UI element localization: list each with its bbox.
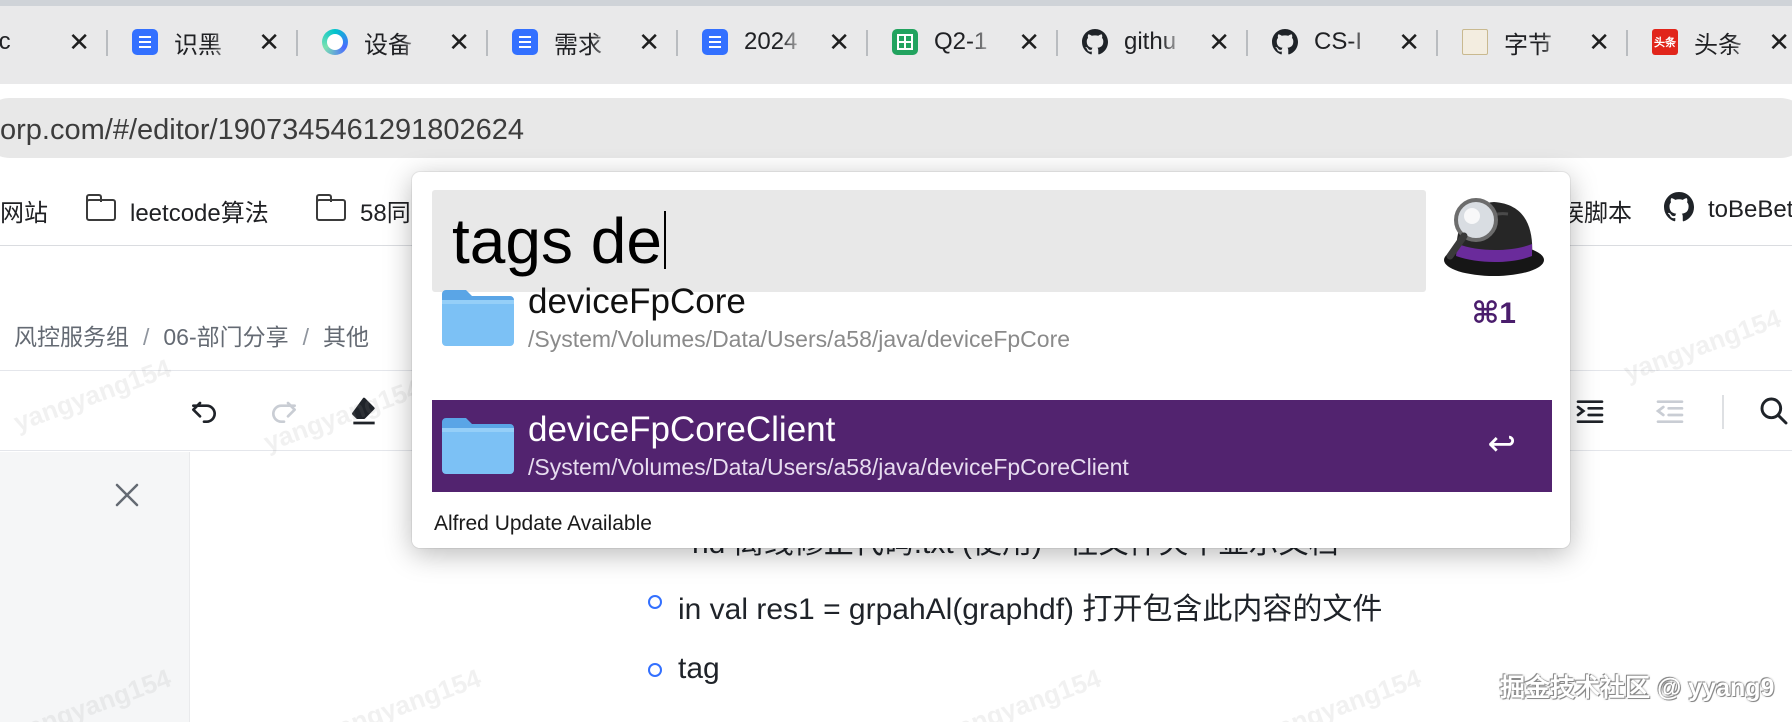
breadcrumb: 风控服务组 / 06-部门分享 / 其他 xyxy=(14,318,369,352)
browser-tab[interactable]: 设备 ✕ xyxy=(298,20,488,64)
browser-tab[interactable]: Disc ✕ xyxy=(0,20,108,64)
breadcrumb-item[interactable]: 其他 xyxy=(323,324,369,350)
page-icon xyxy=(1462,29,1488,55)
tab-title: 2024 xyxy=(744,28,798,55)
bookmark-label: 网站 xyxy=(0,199,48,227)
close-tab-icon[interactable]: ✕ xyxy=(828,20,850,64)
toolbar-separator xyxy=(1722,395,1724,429)
lark-doc-icon xyxy=(512,29,538,55)
result-shortcut: ⌘1 xyxy=(1471,297,1516,330)
close-tab-icon[interactable]: ✕ xyxy=(1208,20,1230,64)
return-key-icon: ↩ xyxy=(1487,425,1517,463)
tab-strip-top-edge xyxy=(0,0,1792,6)
outdent-icon xyxy=(1655,400,1684,423)
watermark-text: yangyang154 xyxy=(319,662,485,722)
close-icon[interactable] xyxy=(112,480,142,515)
content-line[interactable]: tag xyxy=(678,652,720,686)
result-title: deviceFpCore xyxy=(528,282,746,321)
url-text[interactable]: orp.com/#/editor/1907345461291802624 xyxy=(0,114,524,147)
breadcrumb-item[interactable]: 风控服务组 xyxy=(14,324,129,350)
browser-tab[interactable]: 头条 头条 ✕ xyxy=(1628,20,1792,64)
close-tab-icon[interactable]: ✕ xyxy=(1768,20,1790,64)
folder-icon xyxy=(316,194,346,221)
browser-tab[interactable]: 识黑 ✕ xyxy=(108,20,298,64)
folder-icon xyxy=(440,414,516,481)
undo-button[interactable] xyxy=(184,391,224,431)
bookmark-label: 58同 xyxy=(360,199,411,227)
browser-tab[interactable]: githu ✕ xyxy=(1058,20,1248,64)
close-tab-icon[interactable]: ✕ xyxy=(1398,20,1420,64)
close-tab-icon[interactable]: ✕ xyxy=(638,20,660,64)
outdent-button[interactable] xyxy=(1650,391,1690,431)
github-icon xyxy=(1082,29,1108,55)
tab-title: Q2-1 xyxy=(934,28,988,55)
alfred-launcher: tags de deviceFpCore /System/Volumes/Dat… xyxy=(412,172,1570,548)
close-tab-icon[interactable]: ✕ xyxy=(1588,20,1610,64)
browser-tab[interactable]: Q2-1 ✕ xyxy=(868,20,1058,64)
lark-doc-icon xyxy=(132,29,158,55)
tab-title: Disc xyxy=(0,28,11,55)
undo-icon xyxy=(192,401,216,423)
search-icon xyxy=(1760,397,1788,425)
browser-tab[interactable]: CS-I ✕ xyxy=(1248,20,1438,64)
bookmark-label: toBeBet xyxy=(1708,196,1792,223)
watermark-text: yangyang154 xyxy=(1259,662,1425,722)
tab-title: 头条 xyxy=(1694,31,1742,59)
alfred-result-row[interactable]: deviceFpCore /System/Volumes/Data/Users/… xyxy=(432,272,1552,364)
breadcrumb-separator: / xyxy=(143,324,150,350)
text-caret xyxy=(663,211,666,269)
folder-icon xyxy=(86,194,116,221)
breadcrumb-separator: / xyxy=(302,324,310,350)
list-bullet xyxy=(648,595,662,609)
indent-icon xyxy=(1576,400,1604,423)
list-bullet xyxy=(648,663,662,677)
folder-icon xyxy=(440,286,516,353)
browser-tab-strip: Disc ✕ 识黑 ✕ 设备 ✕ 需求 ✕ 2024 ✕ Q2-1 ✕ gi xyxy=(0,0,1792,84)
toutiao-icon: 头条 xyxy=(1652,29,1678,55)
browser-tab[interactable]: 需求 ✕ xyxy=(488,20,678,64)
site-watermark: 掘金技术社区 @ yyang9 xyxy=(1500,674,1775,702)
tab-title: 识黑 xyxy=(174,31,222,59)
tab-title: githu xyxy=(1124,28,1177,55)
bookmark-item[interactable]: 候脚本 xyxy=(1560,190,1632,230)
tab-title: 字节 xyxy=(1504,31,1552,59)
bookmark-folder[interactable]: leetcode算法 xyxy=(86,190,269,230)
close-tab-icon[interactable]: ✕ xyxy=(448,20,470,64)
watermark-text: yangyang154 xyxy=(939,662,1105,722)
tab-title: CS-I xyxy=(1314,28,1362,55)
search-button[interactable] xyxy=(1754,391,1792,431)
address-bar: orp.com/#/editor/1907345461291802624 xyxy=(0,84,1792,176)
tab-title: 设备 xyxy=(364,31,412,59)
result-title: deviceFpCoreClient xyxy=(528,410,836,449)
bookmark-item[interactable]: toBeBet xyxy=(1664,190,1792,230)
close-tab-icon[interactable]: ✕ xyxy=(68,20,90,64)
github-icon xyxy=(1664,191,1695,229)
result-path: /System/Volumes/Data/Users/a58/java/devi… xyxy=(528,454,1129,480)
browser-tab[interactable]: 字节 ✕ xyxy=(1438,20,1628,64)
bookmark-item[interactable]: 网站 xyxy=(0,190,48,230)
bookmark-folder[interactable]: 58同 xyxy=(316,190,411,230)
round-app-icon xyxy=(322,29,348,55)
indent-button[interactable] xyxy=(1570,391,1610,431)
close-tab-icon[interactable]: ✕ xyxy=(258,20,280,64)
bookmark-label: 候脚本 xyxy=(1560,199,1632,227)
tab-title: 需求 xyxy=(554,31,602,59)
close-tab-icon[interactable]: ✕ xyxy=(1018,20,1040,64)
alfred-result-row-selected[interactable]: deviceFpCoreClient /System/Volumes/Data/… xyxy=(432,400,1552,492)
bookmark-label: leetcode算法 xyxy=(130,199,269,227)
lark-doc-icon xyxy=(702,29,728,55)
breadcrumb-item[interactable]: 06-部门分享 xyxy=(163,324,288,350)
update-notice[interactable]: Alfred Update Available xyxy=(412,502,698,548)
browser-tab[interactable]: 2024 ✕ xyxy=(678,20,868,64)
lark-sheet-icon xyxy=(892,29,918,55)
result-path: /System/Volumes/Data/Users/a58/java/devi… xyxy=(528,326,1071,352)
github-icon xyxy=(1272,29,1298,55)
content-line[interactable]: in val res1 = grpahAl(graphdf) 打开包含此内容的文… xyxy=(678,584,1382,628)
query-text: tags de xyxy=(452,205,662,277)
